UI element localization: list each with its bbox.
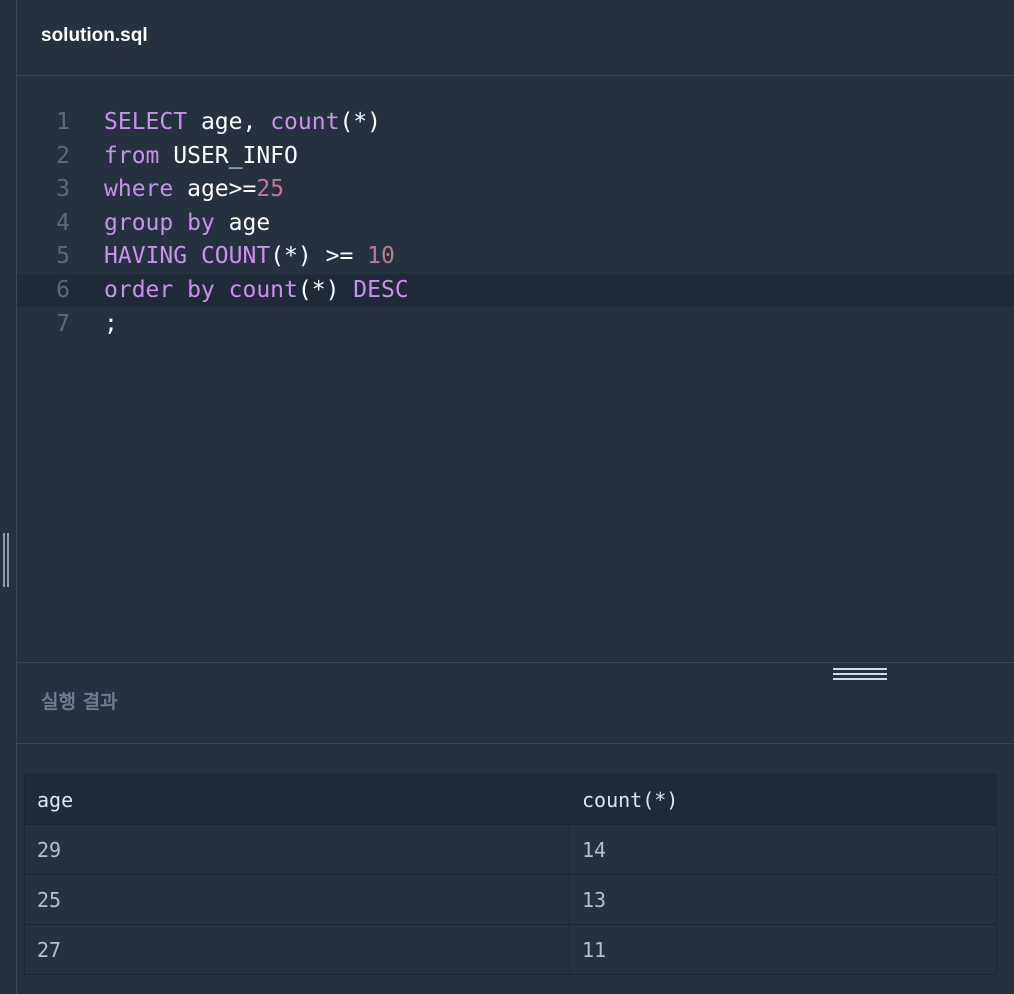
result-table: age count(*) 29 14 25 13 27 11: [24, 774, 997, 975]
line-number: 7: [56, 311, 70, 337]
results-header: 실행 결과: [17, 662, 1014, 744]
line-number: 2: [56, 143, 70, 169]
code-text[interactable]: from USER_INFO: [104, 140, 298, 173]
splitter-drag-handle[interactable]: [833, 668, 887, 682]
code-text[interactable]: HAVING COUNT(*) >= 10: [104, 240, 395, 273]
panel-resize-handle[interactable]: [3, 533, 10, 587]
table-header-row: age count(*): [24, 774, 997, 825]
line-number: 5: [56, 243, 70, 269]
results-title: 실행 결과: [41, 691, 118, 713]
code-line[interactable]: 5 HAVING COUNT(*) >= 10: [17, 240, 1014, 273]
code-text[interactable]: SELECT age, count(*): [104, 106, 381, 139]
code-text[interactable]: group by age: [104, 207, 270, 240]
code-line[interactable]: 3 where age>=25: [17, 173, 1014, 206]
table-cell: 14: [569, 824, 997, 875]
code-text[interactable]: ;: [104, 308, 118, 341]
column-header-age[interactable]: age: [24, 774, 570, 825]
code-editor[interactable]: 1 SELECT age, count(*) 2 from USER_INFO …: [17, 77, 1014, 662]
table-row: 25 13: [24, 874, 997, 925]
code-line[interactable]: 7 ;: [17, 308, 1014, 341]
code-line-active[interactable]: 6 order by count(*) DESC: [17, 274, 1014, 307]
table-cell: 25: [24, 874, 570, 925]
code-line[interactable]: 4 group by age: [17, 207, 1014, 240]
table-cell: 27: [24, 924, 570, 975]
line-number: 1: [56, 109, 70, 135]
table-cell: 29: [24, 824, 570, 875]
table-cell: 13: [569, 874, 997, 925]
code-text[interactable]: order by count(*) DESC: [104, 274, 409, 307]
line-number: 3: [56, 176, 70, 202]
code-line[interactable]: 1 SELECT age, count(*): [17, 106, 1014, 139]
line-number: 6: [56, 277, 70, 303]
table-row: 29 14: [24, 824, 997, 875]
table-row: 27 11: [24, 924, 997, 975]
file-tab-header: solution.sql: [17, 0, 1014, 76]
left-panel-strip: [0, 0, 17, 994]
table-cell: 11: [569, 924, 997, 975]
file-tab-title[interactable]: solution.sql: [41, 25, 148, 47]
code-line[interactable]: 2 from USER_INFO: [17, 140, 1014, 173]
line-number: 4: [56, 210, 70, 236]
column-header-count[interactable]: count(*): [569, 774, 997, 825]
code-text[interactable]: where age>=25: [104, 173, 284, 206]
